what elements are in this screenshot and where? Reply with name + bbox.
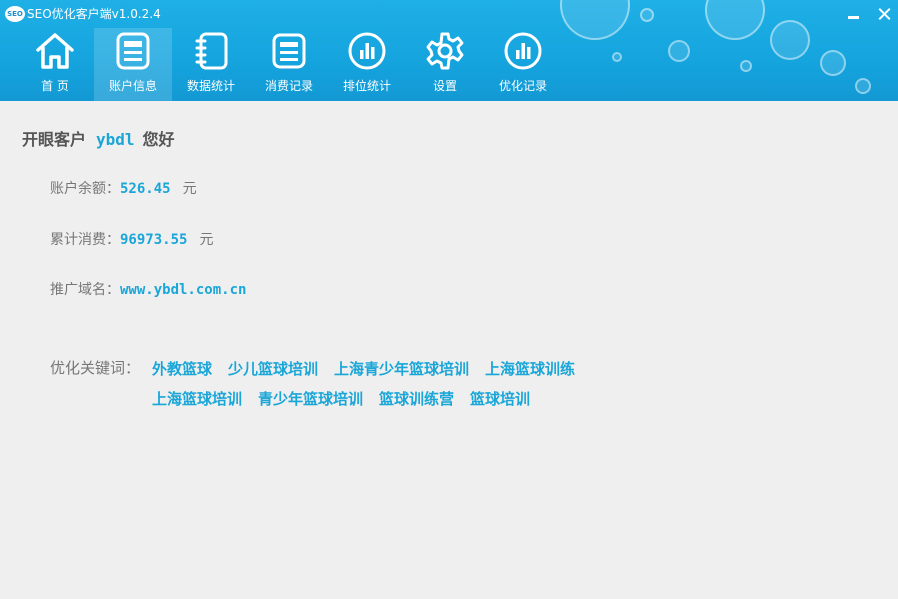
keyword-link[interactable]: 篮球培训: [470, 384, 530, 414]
spent-label: 累计消费：: [50, 232, 120, 248]
keyword-link[interactable]: 外教篮球: [152, 354, 212, 384]
nav-data-stats[interactable]: 数据统计: [172, 28, 250, 101]
keyword-link[interactable]: 上海篮球训练: [485, 354, 575, 384]
bar-chart-icon: [504, 32, 542, 70]
account-info-panel: 开眼客户 ybdl 您好 账户余额：526.45 元 累计消费：96973.55 元 推…: [0, 101, 898, 599]
decor-bubble: [612, 52, 622, 62]
window-title: SEO优化客户端v1.0.2.4: [27, 7, 161, 21]
nav-label: 排位统计: [342, 79, 391, 93]
keyword-link[interactable]: 篮球训练营: [379, 384, 454, 414]
app-logo: SEO: [5, 6, 25, 22]
greeting: 开眼客户 ybdl 您好: [22, 126, 175, 150]
main-nav: 首 页 账户信息 数据统计 消费记录 排位统计 设置 优化记录: [16, 28, 562, 101]
balance-label: 账户余额：: [50, 181, 120, 197]
spent-row: 累计消费：96973.55 元: [50, 229, 213, 249]
balance-unit: 元: [182, 181, 197, 197]
domain-label: 推广域名：: [50, 282, 120, 298]
greeting-prefix: 开眼客户: [22, 130, 87, 149]
keyword-list: 外教篮球 少儿篮球培训 上海青少年篮球培训 上海篮球训练 上海篮球培训 青少年篮球培训篮…: [152, 354, 672, 414]
greeting-suffix: 您好: [142, 130, 175, 149]
keyword-link[interactable]: 青少年篮球培训: [258, 384, 363, 414]
decor-bubble: [668, 40, 690, 62]
title-bar: SEO SEO优化客户端v1.0.2.4: [0, 0, 898, 28]
keyword-link[interactable]: 上海青少年篮球培训: [334, 354, 469, 384]
home-icon: [36, 33, 74, 69]
domain-row: 推广域名：www.ybdl.com.cn: [50, 279, 246, 299]
keyword-link[interactable]: 上海篮球培训: [152, 384, 242, 414]
nav-label: 首 页: [41, 79, 69, 93]
spent-value: 96973.55: [120, 232, 188, 248]
username: ybdl: [96, 130, 135, 149]
decor-bubble: [855, 78, 871, 94]
minimize-button[interactable]: [842, 4, 864, 24]
nav-label: 优化记录: [498, 79, 547, 93]
domain-value: www.ybdl.com.cn: [120, 282, 247, 298]
spent-unit: 元: [199, 232, 214, 248]
nav-settings[interactable]: 设置: [406, 28, 484, 101]
balance-row: 账户余额：526.45 元: [50, 178, 197, 198]
nav-label: 数据统计: [186, 79, 235, 93]
bar-chart-icon: [348, 32, 386, 70]
nav-label: 消费记录: [264, 79, 313, 93]
nav-ranking-stats[interactable]: 排位统计: [328, 28, 406, 101]
nav-account-info[interactable]: 账户信息: [94, 28, 172, 101]
balance-value: 526.45: [120, 181, 171, 197]
nav-optimization-records[interactable]: 优化记录: [484, 28, 562, 101]
gear-icon: [426, 32, 464, 70]
nav-home[interactable]: 首 页: [16, 28, 94, 101]
keywords-label: 优化关键词：: [50, 359, 141, 377]
account-card-icon: [116, 32, 150, 70]
nav-consumption-records[interactable]: 消费记录: [250, 28, 328, 101]
keyword-link[interactable]: 少儿篮球培训: [228, 354, 318, 384]
notebook-icon: [195, 32, 228, 70]
document-list-icon: [272, 33, 306, 69]
top-header: SEO SEO优化客户端v1.0.2.4 首 页 账户信息 数据统计 消费记录 …: [0, 0, 898, 101]
decor-bubble: [820, 50, 846, 76]
nav-label: 账户信息: [108, 79, 157, 93]
close-button[interactable]: [874, 4, 896, 24]
decor-bubble: [740, 60, 752, 72]
nav-label: 设置: [432, 79, 457, 93]
